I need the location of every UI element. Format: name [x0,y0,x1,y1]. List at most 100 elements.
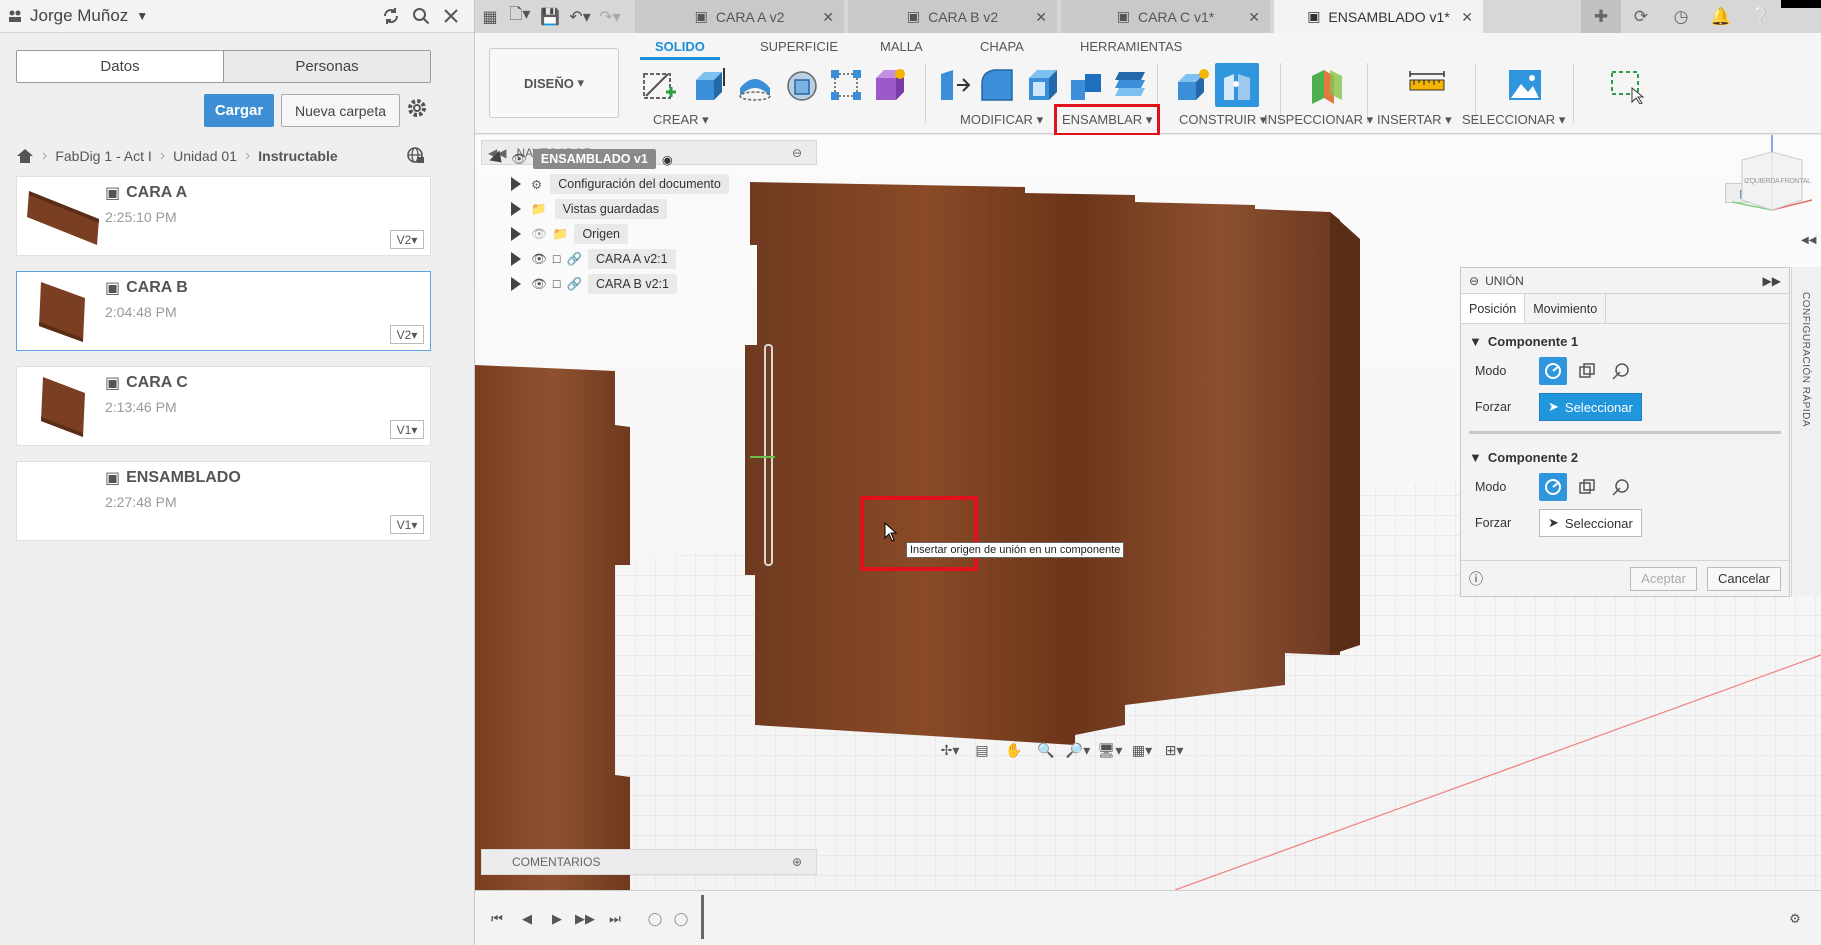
refresh-icon[interactable] [376,1,406,31]
bell-icon[interactable]: 🔔 [1701,0,1741,33]
ok-button[interactable]: Aceptar [1630,566,1697,591]
cancel-button[interactable]: Cancelar [1706,566,1781,591]
look-at-icon[interactable]: ▤ [969,739,995,761]
nav-item-origin[interactable]: 👁 📁 Origen [511,223,628,245]
version-dropdown[interactable]: V2 ▾ [390,230,424,249]
eye-icon[interactable]: 👁 [511,152,527,167]
viewports-icon[interactable]: ⊞▾ [1161,739,1187,761]
go-to-end-icon[interactable]: ⏭ [605,909,625,929]
nav-root[interactable]: 👁 ENSAMBLADO v1 ◉ [489,148,673,170]
expand-icon[interactable]: ▶▶ [1763,274,1781,288]
expand-arrow-icon[interactable] [511,252,521,266]
zoom-icon[interactable]: 🔍 [1033,739,1059,761]
component2-select-button[interactable]: ➤ Seleccionar [1539,509,1642,537]
group-modificar[interactable]: MODIFICAR ▾ [960,112,1043,128]
user-menu[interactable]: Jorge Muñoz ▼ [8,6,148,26]
tab-personas[interactable]: Personas [223,51,430,82]
file-card-cara-a[interactable]: ▣ CARA A 2:25:10 PM V2 ▾ [16,176,431,256]
expand-arrow-icon[interactable] [511,202,521,216]
close-icon[interactable]: ✕ [1461,9,1473,26]
gear-icon[interactable] [406,97,432,123]
tab-superficie[interactable]: SUPERFICIE [760,39,838,54]
workspace-switcher[interactable]: DISEÑO ▾ [489,48,619,118]
construct-plane-icon[interactable] [1305,63,1349,107]
between-two-faces-icon[interactable] [1573,473,1601,501]
measure-icon[interactable] [1405,63,1449,107]
close-icon[interactable]: ✕ [1035,9,1047,26]
sketch-icon[interactable] [637,63,681,107]
close-icon[interactable]: ✕ [822,9,834,26]
simple-mode-icon[interactable] [1539,473,1567,501]
select-window-icon[interactable] [1605,63,1649,107]
timeline-joint-icon[interactable]: ◯ [645,909,665,929]
insert-image-icon[interactable] [1503,63,1547,107]
app-grid-icon[interactable]: ▦ [475,2,505,32]
help-icon[interactable]: ❔ [1741,0,1781,33]
tab-motion[interactable]: Movimiento [1525,294,1607,323]
eye-icon[interactable]: 👁 [531,252,547,267]
tab-cara-a[interactable]: ▣ CARA A v2 ✕ [635,0,844,33]
search-icon[interactable] [406,1,436,31]
home-icon[interactable] [16,148,34,164]
tab-datos[interactable]: Datos [17,51,223,82]
collapse-arrow-icon[interactable]: ▼ [1469,334,1482,349]
gear-icon[interactable]: ⚙ [1785,909,1805,929]
version-dropdown[interactable]: V1 ▾ [390,515,424,534]
tab-cara-b[interactable]: ▣ CARA B v2 ✕ [848,0,1057,33]
component1-section[interactable]: ▼ Componente 1 [1461,324,1789,353]
group-insertar[interactable]: INSERTAR ▾ [1377,112,1452,128]
file-menu-icon[interactable]: 🗋▾ [505,2,535,32]
zoom-window-icon[interactable]: 🔎▾ [1065,739,1091,761]
pattern-icon[interactable] [824,63,868,107]
extrude-icon[interactable] [687,63,731,107]
clock-icon[interactable]: ◷ [1661,0,1701,33]
combine-icon[interactable] [1064,63,1108,107]
upload-button[interactable]: Cargar [204,94,274,127]
tab-ensamblado[interactable]: ▣ ENSAMBLADO v1* ✕ [1274,0,1483,33]
between-two-faces-icon[interactable] [1573,357,1601,385]
tab-chapa[interactable]: CHAPA [980,39,1024,54]
minus-circle-icon[interactable]: ⊖ [1469,274,1479,288]
group-crear[interactable]: CREAR ▾ [653,112,709,128]
comments-bar[interactable]: COMENTARIOS ⊕ [481,849,817,875]
nav-item-document-settings[interactable]: ⚙ Configuración del documento [511,173,729,195]
add-tab-icon[interactable]: ✚ [1581,0,1621,33]
tab-cara-c[interactable]: ▣ CARA C v1* ✕ [1061,0,1270,33]
collapse-arrow-icon[interactable]: ▼ [1469,450,1482,465]
group-seleccionar[interactable]: SELECCIONAR ▾ [1462,112,1565,128]
expand-arrow-icon[interactable] [511,277,521,291]
file-card-ensamblado[interactable]: ▣ ENSAMBLADO 2:27:48 PM V1 ▾ [16,461,431,541]
expand-arrow-icon[interactable] [489,150,507,168]
redo-icon[interactable]: ↷▾ [595,2,625,32]
nav-item-cara-b[interactable]: 👁 □ 🔗 CARA B v2:1 [511,273,677,295]
info-icon[interactable]: ⓘ [1469,569,1483,589]
two-edge-intersection-icon[interactable] [1607,357,1635,385]
group-inspeccionar[interactable]: INSPECCIONAR ▾ [1264,112,1373,128]
minus-circle-icon[interactable]: ⊖ [792,146,802,160]
target-icon[interactable]: ◉ [662,152,673,167]
component2-section[interactable]: ▼ Componente 2 [1461,440,1789,469]
group-construir[interactable]: CONSTRUIR ▾ [1179,112,1266,128]
step-forward-icon[interactable]: ▶▶ [575,909,595,929]
step-back-icon[interactable]: ◀ [517,909,537,929]
file-card-cara-c[interactable]: ▣ CARA C 2:13:46 PM V1 ▾ [16,366,431,446]
simple-mode-icon[interactable] [1539,357,1567,385]
component1-select-button[interactable]: ➤ Seleccionar [1539,393,1642,421]
account-icon[interactable] [1781,0,1821,8]
revolve-icon[interactable] [733,63,777,107]
timeline-joint-icon[interactable]: ◯ [671,909,691,929]
shell-icon[interactable] [1020,63,1064,107]
globe-icon[interactable] [406,146,424,164]
expand-arrow-icon[interactable] [511,227,521,241]
offset-face-icon[interactable] [1108,63,1152,107]
sweep-icon[interactable] [780,63,824,107]
orbit-icon[interactable]: ✢▾ [937,739,963,761]
plus-circle-icon[interactable]: ⊕ [792,855,802,869]
save-icon[interactable]: 💾 [535,2,565,32]
new-component-icon[interactable] [1171,63,1215,107]
two-edge-intersection-icon[interactable] [1607,473,1635,501]
new-folder-button[interactable]: Nueva carpeta [281,94,400,127]
sync-icon[interactable]: ⟳ [1621,0,1661,33]
version-dropdown[interactable]: V2 ▾ [390,325,424,344]
file-card-cara-b[interactable]: ▣ CARA B 2:04:48 PM V2 ▾ [16,271,431,351]
